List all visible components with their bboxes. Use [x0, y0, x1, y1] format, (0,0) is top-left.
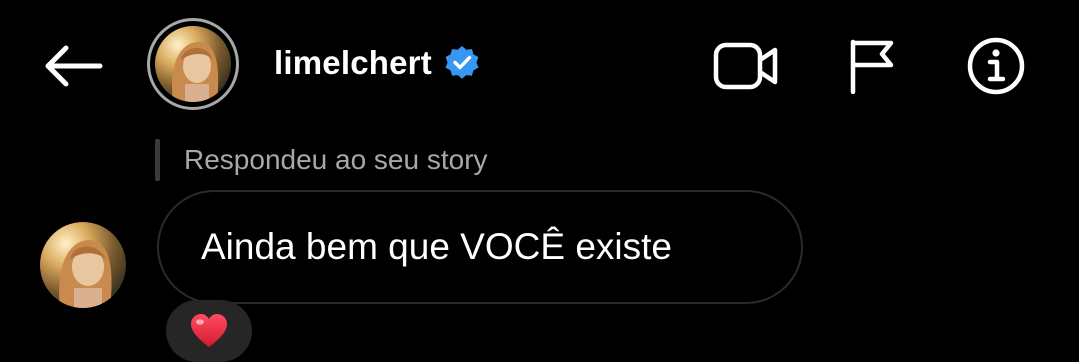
verified-badge-icon: [444, 45, 480, 81]
video-call-icon: [713, 42, 778, 90]
flag-icon: [850, 39, 894, 94]
reply-indicator-bar: [155, 139, 160, 181]
info-icon: [967, 37, 1025, 95]
avatar-image: [155, 26, 231, 102]
sender-avatar[interactable]: [40, 222, 126, 308]
reaction-badge[interactable]: [166, 300, 252, 362]
heart-emoji-icon: [191, 314, 227, 347]
flag-button[interactable]: [835, 30, 907, 102]
back-button[interactable]: [40, 40, 106, 92]
profile-avatar[interactable]: [147, 18, 239, 110]
story-reply-label: Respondeu ao seu story: [184, 144, 488, 175]
info-button[interactable]: [960, 30, 1032, 102]
message-bubble[interactable]: Ainda bem que VOCÊ existe: [157, 190, 803, 304]
username-row[interactable]: limelchert: [274, 40, 480, 86]
arrow-left-icon: [45, 45, 103, 87]
chat-header: limelchert: [0, 0, 1079, 130]
video-call-button[interactable]: [710, 30, 782, 102]
username: limelchert: [274, 44, 432, 81]
message-text: Ainda bem que VOCÊ existe: [201, 226, 672, 267]
